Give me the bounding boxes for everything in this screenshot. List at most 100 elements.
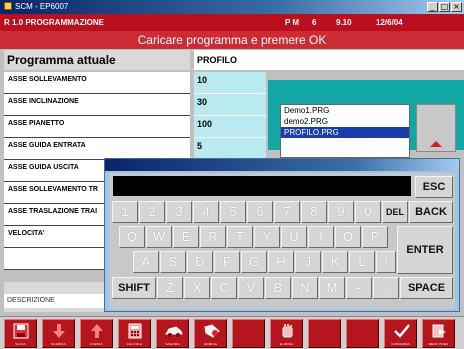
window-titlebar: SCM - EP6007 _ □ × [0,0,464,14]
download-button[interactable]: SCARICA [42,319,75,348]
key-i[interactable]: I [308,226,334,248]
shape-button[interactable]: SAGOMA [156,319,189,348]
current-date: 12/6/04 [376,18,403,27]
exit-icon [432,324,446,338]
program-file-list[interactable]: Demo1.PRG demo2.PRG PROFILO.PRG [280,104,410,158]
key-c[interactable]: C [211,277,237,299]
check-icon [394,324,410,338]
key-y[interactable]: Y [254,226,280,248]
key-j[interactable]: J [295,251,321,273]
key-s[interactable]: S [160,251,186,273]
upload-button-label: CARICA [90,342,103,346]
key-underscore[interactable]: _ [373,277,399,299]
key-4[interactable]: 4 [193,201,219,223]
name-button[interactable]: NOMINA [194,319,227,348]
key-b[interactable]: B [265,277,291,299]
key-k[interactable]: K [322,251,348,273]
key-t[interactable]: T [227,226,253,248]
calculate-button-label: CALCOLA [126,342,143,346]
key-5[interactable]: 5 [220,201,246,223]
app-icon [4,2,12,10]
previous-menu-button[interactable]: MENU PREC [422,319,455,348]
key-2[interactable]: 2 [139,201,165,223]
confirm-button[interactable]: CONFERMA [384,319,417,348]
file-item[interactable]: Demo1.PRG [281,105,409,116]
key-o[interactable]: O [335,226,361,248]
key-8[interactable]: 8 [301,201,327,223]
key-e[interactable]: E [173,226,199,248]
key-w[interactable]: W [146,226,172,248]
key-g[interactable]: G [241,251,267,273]
download-button-label: SCARICA [51,342,66,346]
calculate-button[interactable]: CALCOLA [118,319,151,348]
param-value-entry-guide[interactable]: 5 [194,138,266,160]
upload-button[interactable]: CARICA [80,319,113,348]
key-n[interactable]: N [292,277,318,299]
param-label-entry-guide: ASSE GUIDA ENTRATA [4,138,190,160]
param-value-tilt[interactable]: 30 [194,94,266,116]
arrow-down-icon [53,324,65,338]
keyboard-body: ESC 1 2 3 4 5 6 7 8 9 0 DEL BACK Q W E R… [109,173,455,309]
empty-button-10[interactable] [346,319,379,348]
onscreen-keyboard: ESC 1 2 3 4 5 6 7 8 9 0 DEL BACK Q W E R… [104,158,460,312]
shape-button-label: SAGOMA [165,342,180,346]
key-1[interactable]: 1 [112,201,138,223]
delete-button-label: ELIMINA [279,342,294,346]
param-label-lift: ASSE SOLLEVAMENTO [4,72,190,94]
pm-label: P M [285,18,300,27]
key-0[interactable]: 0 [355,201,381,223]
current-program-label: Programma attuale [4,50,190,70]
save-icon [13,323,29,339]
param-label-table: ASSE PIANETTO [4,116,190,138]
maximize-button[interactable]: □ [439,2,450,12]
space-key[interactable]: SPACE [400,277,453,299]
save-button-label: SALVA [15,342,26,346]
empty-button-7[interactable] [232,319,265,348]
key-l[interactable]: L [349,251,375,273]
key-q[interactable]: Q [119,226,145,248]
param-label-tilt: ASSE INCLINAZIONE [4,94,190,116]
key-p[interactable]: P [362,226,388,248]
key-7[interactable]: 7 [274,201,300,223]
key-h[interactable]: H [268,251,294,273]
arrow-up-icon [430,141,442,147]
car-icon [165,326,183,337]
esc-key[interactable]: ESC [415,176,453,198]
key-r[interactable]: R [200,226,226,248]
key-f[interactable]: F [214,251,240,273]
key-9[interactable]: 9 [328,201,354,223]
file-item[interactable]: demo2.PRG [281,116,409,127]
delete-key[interactable]: DEL [382,201,408,223]
key-z[interactable]: Z [157,277,183,299]
key-x[interactable]: X [184,277,210,299]
window-title: SCM - EP6007 [15,2,69,11]
key-minus[interactable]: - [346,277,372,299]
key-m[interactable]: M [319,277,345,299]
key-a[interactable]: A [133,251,159,273]
key-3[interactable]: 3 [166,201,192,223]
key-slash[interactable]: / [376,251,396,273]
keyboard-titlebar[interactable] [105,159,459,171]
save-button[interactable]: SALVA [4,319,37,348]
scroll-up-button[interactable] [416,104,456,152]
description-label: DESCRIZIONE [4,294,104,308]
keyboard-input-display [113,176,411,196]
arrow-up-icon [91,324,103,338]
hand-icon [282,324,293,338]
shift-key[interactable]: SHIFT [112,277,156,299]
empty-button-9[interactable] [308,319,341,348]
enter-key[interactable]: ENTER [397,226,453,274]
close-button[interactable]: × [451,2,462,12]
minimize-button[interactable]: _ [427,2,438,12]
param-value-lift[interactable]: 10 [194,72,266,94]
delete-button[interactable]: ELIMINA [270,319,303,348]
key-6[interactable]: 6 [247,201,273,223]
bottom-toolbar: SALVA SCARICA CARICA CALCOLA SAGOMA NOMI… [0,316,464,349]
key-u[interactable]: U [281,226,307,248]
file-item-selected[interactable]: PROFILO.PRG [281,127,409,138]
key-d[interactable]: D [187,251,213,273]
confirm-button-label: CONFERMA [391,342,410,346]
param-value-table[interactable]: 100 [194,116,266,138]
key-v[interactable]: V [238,277,264,299]
backspace-key[interactable]: BACK [409,201,453,223]
